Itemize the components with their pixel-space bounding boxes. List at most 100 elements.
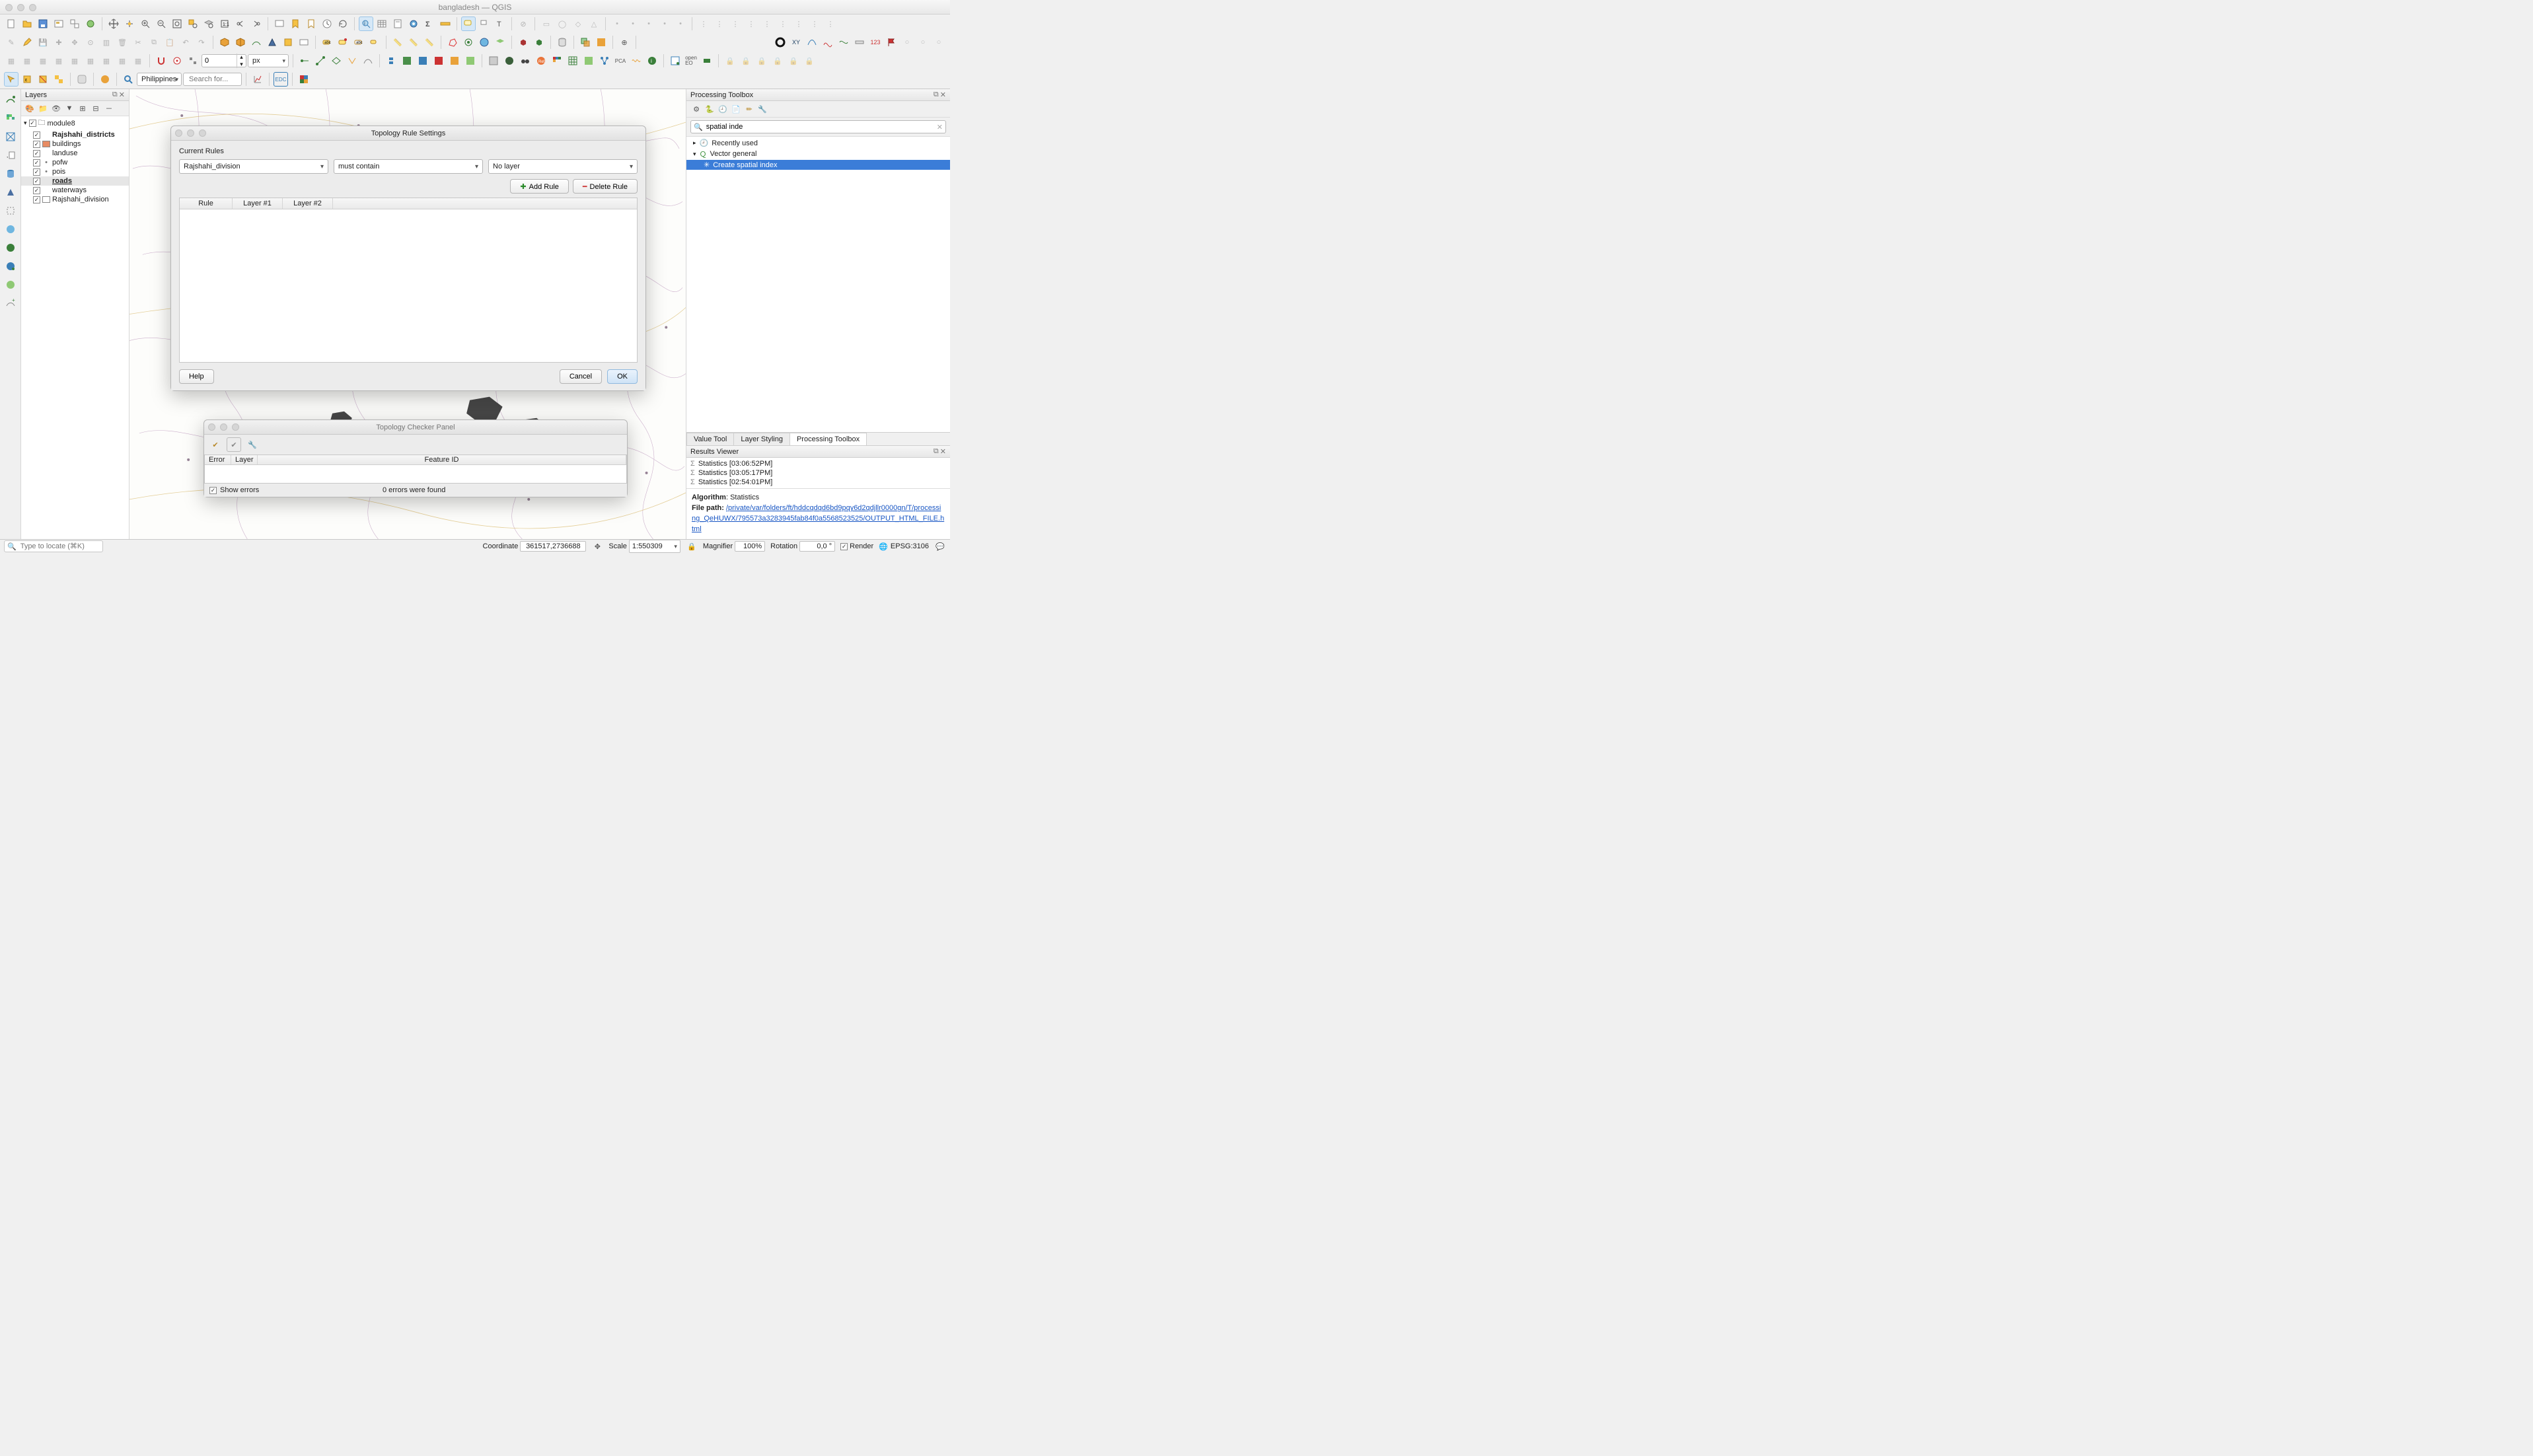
delete-selected-icon[interactable]: 🗑	[115, 35, 129, 50]
mesh-tool-8-icon[interactable]: ▦	[115, 54, 129, 68]
zoom-out-icon[interactable]	[154, 17, 168, 31]
tab-layer-styling[interactable]: Layer Styling	[733, 433, 790, 445]
mesh-tool-5-icon[interactable]: ▦	[67, 54, 82, 68]
chart-tool-icon[interactable]	[250, 72, 265, 87]
nominatim-search-input[interactable]	[188, 75, 237, 84]
no-action-icon[interactable]: ⊘	[516, 17, 531, 31]
undock-icon[interactable]: ⧉	[112, 91, 118, 99]
add-virtual-layer-icon[interactable]	[3, 203, 18, 219]
dialog-zoom-icon[interactable]	[199, 129, 206, 137]
add-xyz-icon[interactable]	[3, 258, 18, 274]
manage-themes-icon[interactable]: 👁	[50, 102, 62, 114]
expand-all-icon[interactable]: ⊞	[77, 102, 89, 114]
layout-manager-icon[interactable]	[67, 17, 82, 31]
grass-tools-icon[interactable]	[594, 35, 608, 50]
python-console-icon[interactable]	[384, 54, 398, 68]
spline-tool-icon[interactable]	[836, 35, 851, 50]
close-window-icon[interactable]	[5, 4, 13, 11]
layer-checkbox[interactable]	[33, 141, 40, 148]
ok-button[interactable]: OK	[607, 369, 638, 384]
new-scratch-layer-icon[interactable]: +	[3, 295, 18, 311]
add-wfs-icon[interactable]	[3, 240, 18, 256]
layer-item-pofw[interactable]: • pofw	[21, 158, 129, 167]
identify-features-icon[interactable]: i	[359, 17, 373, 31]
save-project-icon[interactable]	[36, 17, 50, 31]
node-tool-1-icon[interactable]: ⋮	[696, 17, 711, 31]
add-wcs-icon[interactable]	[3, 277, 18, 293]
coordinate-capture-icon[interactable]: ⊕	[617, 35, 632, 50]
add-postgis-icon[interactable]	[3, 166, 18, 182]
scale-combo[interactable]: 1:550309	[629, 540, 680, 553]
refresh-icon[interactable]	[336, 17, 350, 31]
result-item[interactable]: ΣStatistics [03:06:52PM]	[686, 459, 950, 468]
plugin-1-icon[interactable]	[400, 54, 414, 68]
proc-history-icon[interactable]: 🕘	[717, 103, 729, 115]
error-list[interactable]: Error Layer Feature ID	[204, 455, 627, 484]
misc-tool-1-icon[interactable]: ○	[900, 35, 914, 50]
node-tool-7-icon[interactable]: ⋮	[791, 17, 806, 31]
db-manager-icon[interactable]	[555, 35, 569, 50]
toggle-extents-icon[interactable]: ✥	[591, 540, 603, 552]
layer-item-roads[interactable]: roads	[21, 176, 129, 186]
show-errors-toggle[interactable]: Show errors	[209, 486, 259, 494]
dialog-min-icon[interactable]	[220, 423, 227, 431]
tree-vector-general[interactable]: ▾ＱVector general	[686, 148, 950, 160]
col-layer[interactable]: Layer	[231, 455, 258, 464]
lrs-tool-2-icon[interactable]: 📏	[406, 35, 421, 50]
new-vector-layer-icon[interactable]	[249, 35, 264, 50]
help-button[interactable]: Help	[179, 369, 214, 384]
layer-item-buildings[interactable]: buildings	[21, 139, 129, 149]
rule-select[interactable]: must contain	[334, 159, 483, 174]
add-group-icon[interactable]: 📁	[37, 102, 49, 114]
toggle-editing-icon[interactable]	[20, 35, 34, 50]
locator-input[interactable]	[19, 542, 100, 551]
paste-features-icon[interactable]: 📋	[163, 35, 177, 50]
col-layer2[interactable]: Layer #2	[283, 198, 333, 209]
close-panel-icon[interactable]: ✕	[940, 91, 946, 99]
messages-icon[interactable]: 💬	[934, 540, 946, 552]
snapping-tolerance-spin[interactable]: 0 ▴▾	[202, 54, 246, 67]
lock-tool-6-icon[interactable]: 🔒	[802, 54, 817, 68]
snapping-type-icon[interactable]	[186, 54, 200, 68]
snapping-unit-combo[interactable]: px	[248, 54, 289, 67]
current-edits-icon[interactable]: ✎	[4, 35, 18, 50]
shape-tool-3-icon[interactable]: ◇	[571, 17, 585, 31]
dialog-zoom-icon[interactable]	[232, 423, 239, 431]
render-checkbox[interactable]	[840, 543, 848, 550]
snapping-tolerance-input[interactable]: 0	[202, 57, 237, 65]
zoom-to-selection-icon[interactable]	[186, 17, 200, 31]
cancel-button[interactable]: Cancel	[560, 369, 602, 384]
col-rule[interactable]: Rule	[180, 198, 233, 209]
results-list[interactable]: ΣStatistics [03:06:52PM] ΣStatistics [03…	[686, 458, 950, 488]
vector-tool-b-icon[interactable]: ⬢	[532, 35, 546, 50]
move-feature-icon[interactable]: ✥	[67, 35, 82, 50]
zoom-in-icon[interactable]	[138, 17, 153, 31]
layer-group[interactable]: ▾ 🗀 module8	[21, 116, 129, 130]
topo-tool-5-icon[interactable]: •	[673, 17, 688, 31]
layer-checkbox[interactable]	[33, 150, 40, 157]
col-error[interactable]: Error	[205, 455, 231, 464]
mesh-tool-3-icon[interactable]: ▦	[36, 54, 50, 68]
copy-features-icon[interactable]: ⧉	[147, 35, 161, 50]
lrs-tool-1-icon[interactable]: 📏	[390, 35, 405, 50]
routing-icon[interactable]	[98, 72, 112, 87]
crs-button[interactable]: 🌐EPSG:3106	[879, 542, 929, 551]
proc-options-icon[interactable]: 🔧	[756, 103, 768, 115]
layer-item-districts[interactable]: Rajshahi_districts	[21, 130, 129, 139]
close-panel-icon[interactable]: ✕	[940, 447, 946, 456]
tab-processing-toolbox[interactable]: Processing Toolbox	[789, 433, 867, 445]
add-spatialite-icon[interactable]	[3, 184, 18, 200]
lock-tool-2-icon[interactable]: 🔒	[739, 54, 753, 68]
processing-search-input[interactable]	[705, 122, 937, 131]
pan-to-selection-icon[interactable]	[122, 17, 137, 31]
rules-table[interactable]: Rule Layer #1 Layer #2	[179, 198, 638, 363]
validate-extent-icon[interactable]: ✔	[227, 437, 241, 452]
label-show-icon[interactable]: abc	[351, 35, 366, 50]
new-shapefile-icon[interactable]	[281, 35, 295, 50]
filter-legend-icon[interactable]: ▼	[63, 102, 75, 114]
misc-tool-2-icon[interactable]: ○	[916, 35, 930, 50]
tree-create-spatial-index[interactable]: ✳Create spatial index	[686, 160, 950, 170]
flag-tool-icon[interactable]	[884, 35, 899, 50]
statistics-icon[interactable]: Σ	[422, 17, 437, 31]
annotation-tool-icon[interactable]	[477, 17, 492, 31]
